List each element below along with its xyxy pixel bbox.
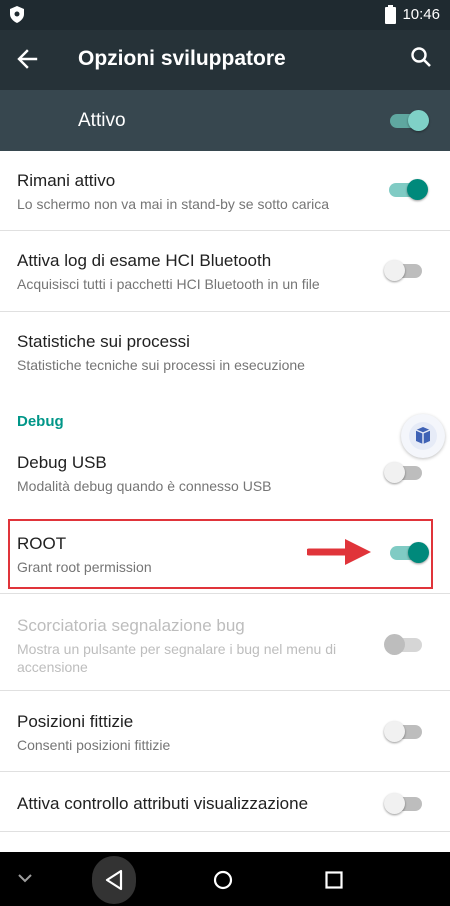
switch-thumb — [407, 179, 428, 200]
setting-title: Attiva log di esame HCI Bluetooth — [17, 251, 272, 270]
chevron-down-icon[interactable] — [16, 869, 34, 892]
master-toggle-row[interactable]: Attivo — [0, 90, 450, 151]
bug-report-shortcut-switch — [384, 634, 424, 655]
setting-title: Posizioni fittizie — [17, 712, 134, 731]
home-circle-icon[interactable] — [213, 870, 233, 895]
setting-subtitle: Lo schermo non va mai in stand-by se sot… — [17, 196, 330, 212]
setting-title: Rimani attivo — [17, 171, 116, 190]
shield-icon — [10, 6, 24, 28]
switch-thumb — [384, 634, 405, 655]
switch-thumb — [384, 260, 405, 281]
nav-back-button[interactable] — [92, 856, 136, 904]
setting-subtitle: Statistiche tecniche sui processi in ese… — [17, 357, 305, 373]
setting-stay-awake[interactable]: Rimani attivo Lo schermo non va mai in s… — [0, 151, 450, 231]
app-bar: Opzioni sviluppatore — [0, 30, 450, 90]
battery-icon — [385, 5, 396, 29]
setting-subtitle: Modalità debug quando è connesso USB — [17, 478, 272, 494]
switch-thumb — [384, 462, 405, 483]
master-toggle-switch[interactable] — [388, 110, 429, 131]
switch-thumb — [384, 793, 405, 814]
setting-title: Debug USB — [17, 453, 107, 472]
setting-title: Attiva controllo attributi visualizzazio… — [17, 794, 309, 813]
setting-view-attribute-inspection[interactable]: Attiva controllo attributi visualizzazio… — [0, 772, 450, 832]
setting-subtitle: Acquisisci tutti i pacchetti HCI Bluetoo… — [17, 276, 320, 292]
bluetooth-hci-log-switch[interactable] — [384, 260, 424, 281]
setting-mock-locations[interactable]: Posizioni fittizie Consenti posizioni fi… — [0, 691, 450, 772]
setting-process-stats[interactable]: Statistiche sui processi Statistiche tec… — [0, 312, 450, 392]
mock-locations-switch[interactable] — [384, 721, 424, 742]
section-header-debug: Debug — [17, 413, 64, 430]
switch-thumb — [408, 110, 429, 131]
status-bar: 10:46 — [0, 0, 450, 30]
navigation-bar — [0, 852, 450, 906]
recent-apps-icon[interactable] — [325, 871, 343, 894]
setting-title: Statistiche sui processi — [17, 332, 190, 351]
back-triangle-icon — [105, 869, 123, 891]
master-toggle-label: Attivo — [78, 110, 126, 131]
setting-title: Scorciatoria segnalazione bug — [17, 616, 245, 635]
stay-awake-switch[interactable] — [387, 179, 428, 200]
page-title: Opzioni sviluppatore — [78, 47, 286, 70]
setting-subtitle: Consenti posizioni fittizie — [17, 737, 171, 753]
red-arrow-icon — [307, 539, 371, 565]
setting-bluetooth-hci-log[interactable]: Attiva log di esame HCI Bluetooth Acquis… — [0, 231, 450, 312]
status-time: 10:46 — [402, 6, 440, 23]
switch-thumb — [384, 721, 405, 742]
usb-debug-switch[interactable] — [384, 462, 424, 483]
setting-bug-report-shortcut: Scorciatoria segnalazione bug Mostra un … — [0, 594, 450, 691]
view-attribute-inspection-switch[interactable] — [384, 793, 424, 814]
setting-usb-debug[interactable]: Debug USB Modalità debug quando è connes… — [0, 441, 450, 512]
back-arrow-icon[interactable] — [16, 48, 44, 72]
setting-subtitle: Mostra un pulsante per segnalare i bug n… — [17, 641, 337, 675]
search-icon[interactable] — [410, 46, 436, 72]
